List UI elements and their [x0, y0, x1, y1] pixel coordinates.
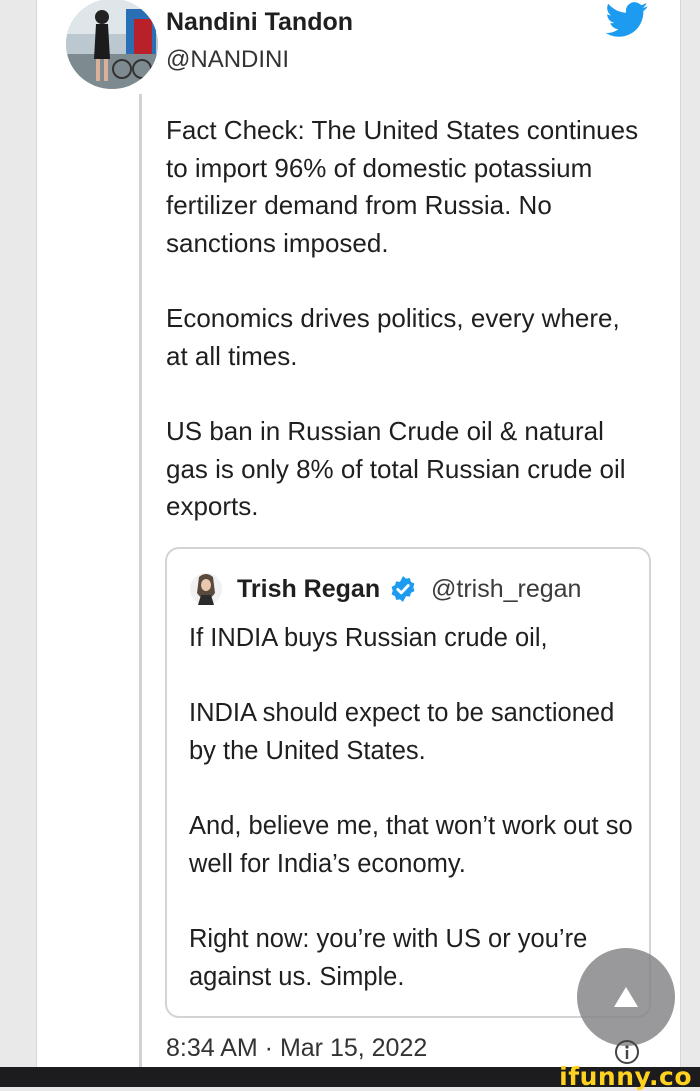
quoted-author-handle[interactable]: @trish_regan — [431, 575, 581, 604]
scroll-to-top-button[interactable] — [577, 948, 675, 1046]
quoted-tweet-text: If INDIA buys Russian crude oil, INDIA s… — [189, 619, 639, 1033]
author-name[interactable]: Nandini Tandon — [166, 8, 353, 37]
tweet-paragraph: Fact Check: The United States continues … — [166, 115, 639, 258]
tweet-paragraph: Economics drives politics, every where, … — [166, 303, 620, 371]
quoted-paragraph: INDIA should expect to be sanctioned by … — [189, 699, 615, 765]
quoted-tweet[interactable]: Trish Regan @trish_regan If INDIA buys R… — [165, 547, 651, 1018]
thread-line — [139, 94, 142, 1067]
twitter-bird-icon — [605, 2, 648, 37]
quoted-paragraph: If INDIA buys Russian crude oil, — [189, 624, 548, 652]
quoted-paragraph: And, believe me, that won’t work out so … — [189, 812, 633, 878]
tweet-timestamp[interactable]: 8:34 AM · Mar 15, 2022 — [166, 1034, 427, 1063]
quoted-author-name[interactable]: Trish Regan — [237, 575, 380, 604]
author-handle[interactable]: @NANDINI — [166, 46, 289, 74]
tweet-text: Fact Check: The United States continues … — [166, 112, 646, 564]
verified-badge-icon — [391, 576, 415, 602]
quoted-author-avatar[interactable] — [189, 571, 223, 607]
author-avatar[interactable] — [66, 0, 158, 89]
arrow-up-icon — [614, 987, 638, 1007]
quoted-paragraph: Right now: you’re with US or you’re agai… — [189, 925, 588, 991]
tweet-paragraph: US ban in Russian Crude oil & natural ga… — [166, 416, 626, 521]
